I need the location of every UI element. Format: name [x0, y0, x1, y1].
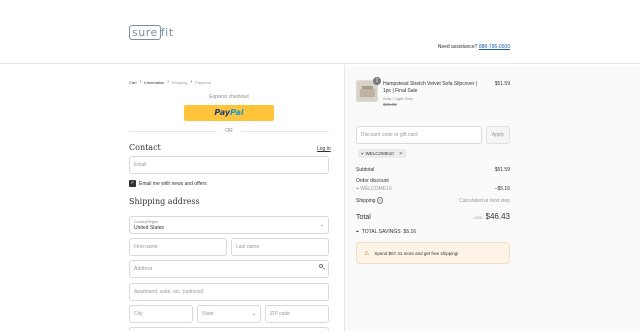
assistance: Need assistance? 888-796-0500	[438, 44, 510, 50]
shipping-address-heading: Shipping address	[129, 197, 200, 206]
logo-rest-text: fit	[160, 26, 174, 39]
news-checkbox-label: Email me with news and offers	[139, 181, 207, 187]
total-label: Total	[356, 214, 371, 221]
zip-field[interactable]: ZIP code	[265, 305, 329, 323]
discount-code-row: ⌖ WELCOME10 −$5.16	[356, 186, 510, 192]
order-discount-row: Order discount	[356, 178, 510, 184]
subtotal-row: Subtotal $51.59	[356, 167, 510, 173]
shipping-row: Shipping ? Calculated at next step	[356, 197, 510, 204]
breadcrumb: Cart › Information › Shipping › Payment	[129, 79, 211, 85]
applied-discount-tag: ⌖ WELCOME10 ✕	[358, 149, 406, 158]
zip-placeholder: ZIP code	[270, 311, 290, 317]
warning-icon: ⚠	[364, 250, 370, 257]
tag-icon: ⌖	[361, 151, 364, 156]
free-shipping-text: Spend $67.41 more and get free shipping!	[374, 250, 459, 256]
product-price: $51.59	[494, 81, 510, 87]
discount-code-line: ⌖ WELCOME10	[356, 186, 392, 192]
free-shipping-notice: ⚠ Spend $67.41 more and get free shippin…	[356, 242, 510, 264]
breadcrumb-payment: Payment	[195, 79, 211, 85]
paypal-logo-pay: Pay	[214, 108, 231, 117]
product-name: Hampstead Stretch Velvet Sofa Slipcover …	[383, 81, 478, 94]
chevron-right-icon: ›	[190, 79, 193, 85]
or-divider: OR	[129, 128, 329, 134]
apartment-field[interactable]: Apartment, suite, etc. (optional)	[129, 283, 329, 301]
subtotal-label: Subtotal	[356, 167, 375, 173]
subtotal-value: $51.59	[494, 167, 510, 173]
shipping-label-group: Shipping ?	[356, 197, 384, 204]
discount-code-placeholder: Discount code or gift card	[361, 132, 418, 138]
express-checkout-label: Express checkout	[209, 94, 249, 100]
email-placeholder: Email	[134, 162, 147, 168]
news-checkbox[interactable]: ✓	[129, 180, 136, 187]
city-placeholder: City	[134, 311, 143, 317]
shipping-label: Shipping	[356, 198, 376, 204]
apply-button[interactable]: Apply	[486, 126, 510, 144]
product-variant: Sofa / Light Grey	[383, 96, 414, 101]
last-name-placeholder: Last name	[236, 244, 260, 250]
last-name-field[interactable]: Last name	[231, 238, 329, 256]
country-select[interactable]: Country/Region United States ⌄	[129, 216, 329, 234]
remove-discount-icon[interactable]: ✕	[399, 151, 403, 157]
paypal-logo-pal: Pal	[230, 108, 244, 117]
savings-label: TOTAL SAVINGS	[361, 229, 401, 235]
quantity-badge: 1	[373, 77, 381, 85]
contact-heading: Contact	[129, 143, 161, 152]
tag-icon: ⌖	[356, 229, 359, 235]
discount-value: −$5.16	[494, 186, 510, 192]
currency-code: USD	[474, 215, 483, 220]
logo[interactable]: sure fit	[129, 25, 174, 40]
chevron-right-icon: ›	[167, 79, 169, 85]
country-select-value: United States	[134, 225, 165, 231]
info-icon[interactable]: ?	[376, 197, 384, 204]
sofa-seat-shape	[360, 89, 375, 97]
breadcrumb-shipping: Shipping	[171, 79, 188, 85]
state-select[interactable]: State ⌄	[197, 305, 261, 323]
address-placeholder: Address	[134, 266, 153, 272]
assistance-label: Need assistance?	[437, 44, 478, 50]
order-discount-label: Order discount	[356, 178, 389, 184]
state-placeholder: State	[202, 311, 214, 317]
total-amount-group: USD $46.43	[474, 212, 510, 221]
logo-boxed-text: sure	[129, 25, 161, 40]
first-name-placeholder: First name	[134, 244, 158, 250]
header: sure fit Need assistance? 888-796-0500	[0, 0, 640, 64]
address-field[interactable]: Address	[129, 260, 329, 278]
breadcrumb-cart[interactable]: Cart	[129, 80, 137, 85]
chevron-down-icon: ⌄	[251, 311, 256, 317]
discount-code-input[interactable]: Discount code or gift card	[356, 126, 482, 144]
total-row: Total USD $46.43	[356, 212, 510, 221]
chevron-down-icon: ⌄	[319, 222, 324, 228]
phone-field[interactable]	[129, 327, 329, 331]
product-original-price: $65.99	[383, 102, 397, 107]
breadcrumb-information: Information	[144, 79, 165, 85]
shipping-value: Calculated at next step	[459, 198, 510, 204]
applied-discount-code: WELCOME10	[365, 151, 394, 156]
total-savings: ⌖ TOTAL SAVINGS $5.16	[356, 229, 416, 235]
paypal-button[interactable]: PayPal	[184, 105, 274, 121]
email-field[interactable]: Email	[129, 156, 329, 174]
country-select-label: Country/Region	[134, 220, 159, 224]
login-link[interactable]: Log in	[317, 146, 331, 152]
search-icon	[319, 264, 323, 268]
first-name-field[interactable]: First name	[129, 238, 227, 256]
assistance-phone-link[interactable]: 888-796-0500	[479, 44, 510, 50]
discount-code-text: WELCOME10	[360, 186, 392, 192]
city-field[interactable]: City	[129, 305, 193, 323]
total-value: $46.43	[485, 212, 510, 221]
chevron-right-icon: ›	[139, 79, 142, 85]
savings-value: $5.16	[403, 229, 417, 235]
apartment-placeholder: Apartment, suite, etc. (optional)	[134, 289, 204, 295]
